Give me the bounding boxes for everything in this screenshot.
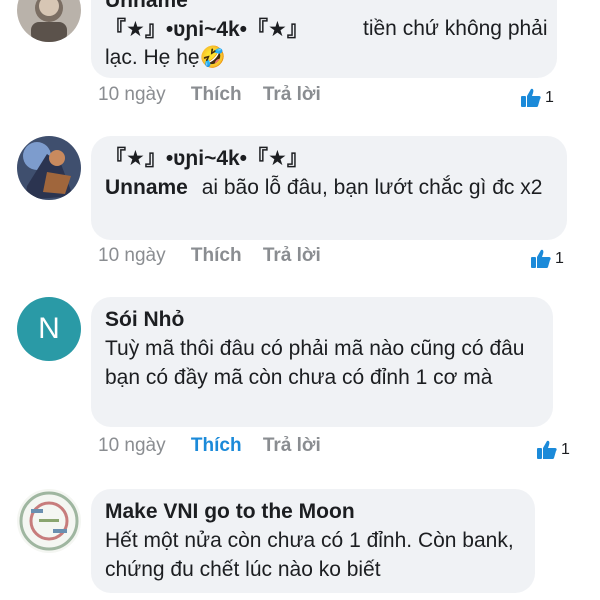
like-button[interactable]: Thích [191,433,242,459]
avatar[interactable] [17,489,81,553]
comment-time: 10 ngày [98,435,166,456]
comment-time: 10 ngày [98,245,166,266]
comment-bubble: Make VNI go to the Moon Hết một nửa còn … [91,489,535,593]
author-tag-line: 『★』•ʋɲi~4k•『★』 [105,147,308,170]
comment-text: tiền chứ không phải lạc. Hẹ hẹ🤣 [105,17,548,69]
thumbs-up-icon [521,88,541,107]
comment-body: tiền chứ không phải lạc. Hẹ hẹ🤣 [105,14,555,72]
reply-button[interactable]: Trả lời [263,243,321,269]
thumbs-up-icon [537,440,557,459]
comment-text: ai bão lỗ đâu, bạn lướt chắc gì đc x2 [201,176,543,199]
like-count: 1 [545,89,554,106]
like-count-badge[interactable]: 1 [530,249,564,269]
comment-text: Tuỳ mã thôi đâu có phải mã nào cũng có đ… [105,337,525,389]
like-count: 1 [555,250,564,267]
comment-text: Hết một nửa còn chưa có 1 đỉnh. Còn bank… [105,529,514,581]
reply-button[interactable]: Trả lời [263,82,321,108]
like-count: 1 [561,441,570,458]
comment-time: 10 ngày [98,84,166,105]
like-button[interactable]: Thích [191,82,242,108]
like-count-badge[interactable]: 1 [536,440,570,460]
comment-meta: 10 ngày Thích Trả lời [98,243,321,269]
like-button[interactable]: Thích [191,243,242,269]
thumbs-up-icon [531,249,551,268]
avatar-letter: N [38,312,60,345]
comment-meta: 10 ngày Thích Trả lời [98,433,321,459]
comment-author[interactable]: Unname [105,176,188,199]
comment-author[interactable]: Make VNI go to the Moon [105,497,519,526]
avatar[interactable]: N [17,297,81,361]
comment-author[interactable]: Sói Nhỏ [105,305,537,334]
avatar[interactable] [17,136,81,200]
comment-meta: 10 ngày Thích Trả lời [98,82,321,108]
comment-bubble: Sói Nhỏ Tuỳ mã thôi đâu có phải mã nào c… [91,297,553,427]
avatar[interactable] [17,0,81,42]
reply-button[interactable]: Trả lời [263,433,321,459]
like-count-badge[interactable]: 1 [520,88,554,108]
comment-bubble: 『★』•ʋɲi~4k•『★』 Unname ai bão lỗ đâu, bạn… [91,136,567,240]
